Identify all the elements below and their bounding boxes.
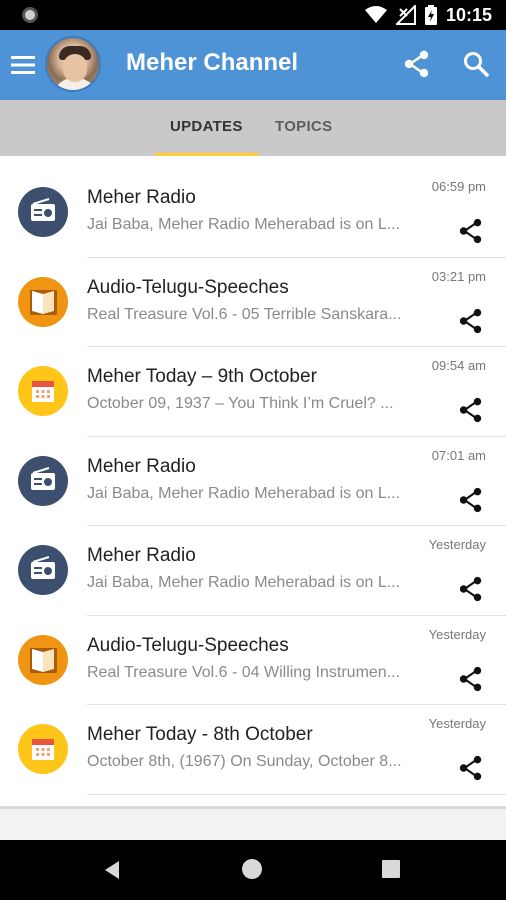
camera-dot-icon xyxy=(22,7,38,23)
recent-apps-icon[interactable] xyxy=(382,860,400,878)
item-subtitle: Real Treasure Vol.6 - 05 Terrible Sanska… xyxy=(87,305,402,323)
radio-icon xyxy=(18,187,68,237)
list-bottom-space xyxy=(0,809,506,840)
item-subtitle: October 8th, (1967) On Sunday, October 8… xyxy=(87,753,402,770)
radio-icon xyxy=(18,545,68,595)
radio-icon xyxy=(18,455,68,506)
updates-list: Meher Radio Jai Baba, Meher Radio Mehera… xyxy=(0,168,506,795)
item-time: 09:54 am xyxy=(431,358,486,373)
list-item[interactable]: Meher Radio Jai Baba, Meher Radio Mehera… xyxy=(0,168,506,258)
item-title: Meher Radio xyxy=(87,187,196,208)
status-icons: 10:15 xyxy=(364,4,492,26)
share-icon[interactable] xyxy=(458,308,484,334)
item-subtitle: October 09, 1937 – You Think I’m Cruel? … xyxy=(87,395,394,412)
item-time: Yesterday xyxy=(428,537,486,552)
item-subtitle: Jai Baba, Meher Radio Meherabad is on L.… xyxy=(87,216,401,233)
tab-topics[interactable]: TOPICS xyxy=(275,118,332,135)
item-title: Audio-Telugu-Speeches xyxy=(87,634,289,656)
wifi-icon xyxy=(364,6,387,23)
divider xyxy=(87,793,506,795)
list-item[interactable]: Audio-Telugu-Speeches Real Treasure Vol.… xyxy=(0,616,506,705)
item-title: Meher Today – 9th October xyxy=(87,366,317,387)
share-icon[interactable] xyxy=(458,218,484,244)
app-title: Meher Channel xyxy=(126,49,299,76)
item-time: 06:59 pm xyxy=(431,179,486,194)
share-icon[interactable] xyxy=(458,755,484,781)
status-bar: 10:15 xyxy=(0,0,506,30)
list-item[interactable]: Audio-Telugu-Speeches Real Treasure Vol.… xyxy=(0,258,506,347)
no-signal-icon xyxy=(395,5,416,25)
item-title: Audio-Telugu-Speeches xyxy=(87,276,289,298)
calendar-icon xyxy=(18,366,68,416)
list-item[interactable]: Meher Radio Jai Baba, Meher Radio Mehera… xyxy=(0,526,506,616)
list-item[interactable]: Meher Today - 8th October October 8th, (… xyxy=(0,705,506,795)
battery-icon xyxy=(424,5,437,25)
share-icon[interactable] xyxy=(458,576,484,602)
share-icon[interactable] xyxy=(458,666,484,692)
tab-updates[interactable]: UPDATES xyxy=(170,118,243,135)
item-subtitle: Real Treasure Vol.6 - 04 Willing Instrum… xyxy=(87,663,401,681)
avatar[interactable] xyxy=(45,36,101,92)
item-time: 03:21 pm xyxy=(431,268,486,284)
share-icon[interactable] xyxy=(458,397,484,423)
book-icon xyxy=(18,634,68,685)
tab-bar: UPDATES TOPICS xyxy=(0,100,506,156)
item-time: Yesterday xyxy=(428,716,486,731)
book-icon xyxy=(18,276,68,327)
search-icon[interactable] xyxy=(462,50,490,78)
status-time: 10:15 xyxy=(445,4,492,25)
item-subtitle: Jai Baba, Meher Radio Meherabad is on L.… xyxy=(87,484,401,502)
navigation-bar xyxy=(0,840,506,900)
list-item[interactable]: Meher Today – 9th October October 09, 19… xyxy=(0,347,506,437)
item-title: Meher Radio xyxy=(87,455,196,477)
share-icon[interactable] xyxy=(403,50,431,78)
item-time: 07:01 am xyxy=(431,447,486,463)
list-item[interactable]: Meher Radio Jai Baba, Meher Radio Mehera… xyxy=(0,437,506,526)
calendar-icon xyxy=(18,724,68,774)
app-bar: Meher Channel xyxy=(0,30,506,100)
menu-icon[interactable] xyxy=(10,52,36,78)
item-title: Meher Today - 8th October xyxy=(87,724,313,745)
tab-indicator xyxy=(155,153,259,156)
share-icon[interactable] xyxy=(458,487,484,513)
item-time: Yesterday xyxy=(428,626,486,642)
home-icon[interactable] xyxy=(242,859,262,879)
item-title: Meher Radio xyxy=(87,545,196,566)
back-icon[interactable] xyxy=(101,859,123,881)
item-subtitle: Jai Baba, Meher Radio Meherabad is on L.… xyxy=(87,574,401,591)
